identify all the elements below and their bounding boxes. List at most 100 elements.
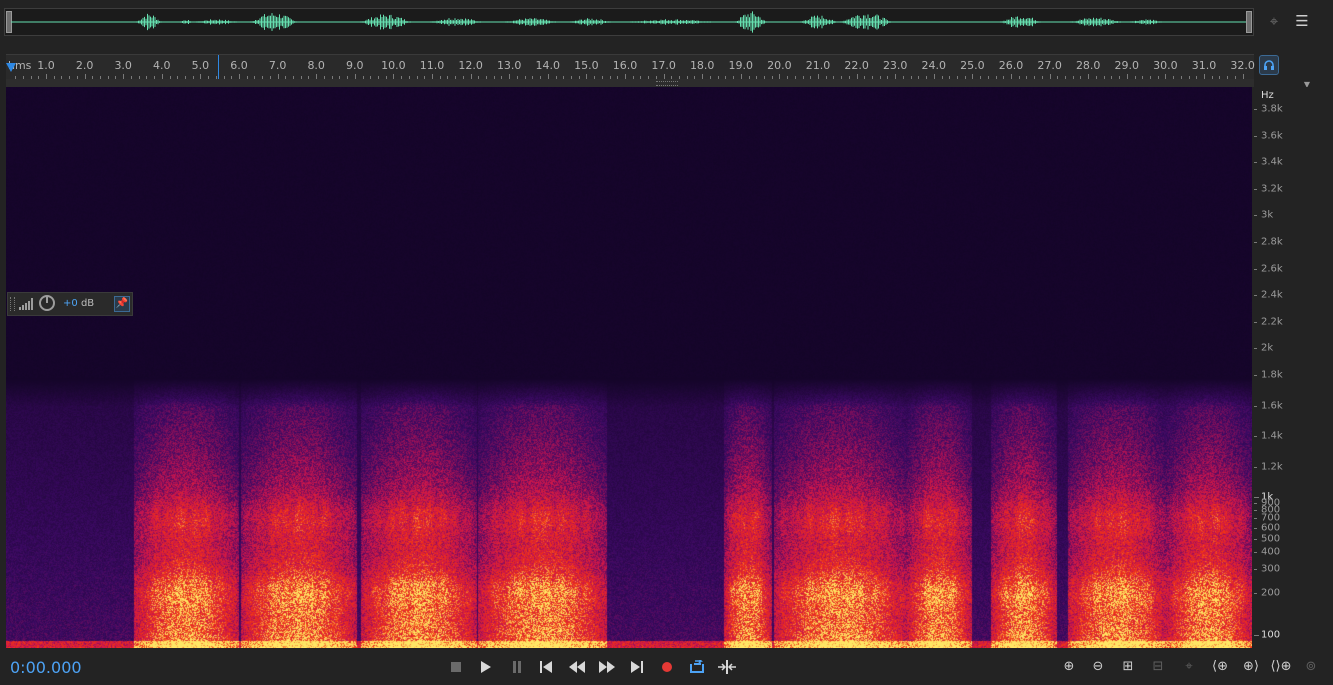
fast-forward-icon <box>599 661 615 673</box>
ruler-tick-label: 30.0 <box>1153 59 1178 72</box>
frequency-tick-mark <box>1254 295 1257 297</box>
spectrogram-canvas[interactable] <box>6 87 1252 648</box>
ruler-tick-label: 2.0 <box>75 59 94 72</box>
frequency-tick-mark <box>1254 405 1257 407</box>
headphones-monitor-button[interactable] <box>1259 55 1279 75</box>
loop-button[interactable] <box>685 657 709 677</box>
pin-hud-icon[interactable]: 📌 <box>114 296 130 312</box>
volume-knob[interactable] <box>39 295 55 311</box>
volume-value: +0 <box>63 298 78 309</box>
frequency-tick-label: 3.2k <box>1261 183 1283 195</box>
go-to-end-button[interactable] <box>625 657 649 677</box>
frequency-tick-label: 300 <box>1261 563 1281 575</box>
ruler-tick-label: 17.0 <box>651 59 676 72</box>
ruler-tick-label: 31.0 <box>1191 59 1217 72</box>
play-icon <box>481 661 491 673</box>
ruler-tick-label: 4.0 <box>153 59 171 72</box>
ruler-tick-label: 18.0 <box>689 59 715 72</box>
overview-waveform-graphic <box>11 11 1247 33</box>
zoom-out-amplitude-icon: ⊖ <box>1092 659 1104 674</box>
zoom-in-right-icon: ⊕⟩ <box>1243 659 1259 674</box>
frequency-tick-mark <box>1254 135 1257 137</box>
frequency-tick-label: 500 <box>1261 533 1281 545</box>
headphones-icon <box>1264 60 1274 70</box>
ruler-tick-label: 12.0 <box>458 59 483 72</box>
ruler-tick-label: 19.0 <box>728 59 754 72</box>
frequency-tick-label: 2.2k <box>1261 316 1283 328</box>
volume-readout[interactable]: +0 dB <box>63 298 94 309</box>
playhead-marker[interactable] <box>6 63 16 72</box>
frequency-tick-label: 3.6k <box>1261 130 1283 142</box>
ruler-tick-label: 10.0 <box>381 59 406 72</box>
frequency-tick-label: 3.8k <box>1261 103 1283 115</box>
frequency-tick-mark <box>1254 268 1257 270</box>
skip-back-icon <box>540 661 552 673</box>
zoom-in-amplitude-button[interactable]: ⊕ <box>1056 657 1082 677</box>
ruler-tick-label: 32.0 <box>1230 59 1255 72</box>
ruler-tick-label: 7.0 <box>268 59 287 72</box>
ruler-tick-label: 5.0 <box>191 59 210 72</box>
frequency-tick-label: 200 <box>1261 587 1281 599</box>
zoom-in-both-button[interactable]: ⟨⟩⊕ <box>1268 657 1294 677</box>
zoom-in-time-icon: ⊞ <box>1122 659 1134 674</box>
frequency-tick-label: 1.8k <box>1261 369 1283 381</box>
fast-forward-button[interactable] <box>595 657 619 677</box>
loop-icon <box>690 658 704 673</box>
frequency-tick-mark <box>1254 321 1257 323</box>
stop-icon <box>451 662 461 672</box>
frequency-tick-label: 1.4k <box>1261 430 1283 442</box>
overview-right-handle[interactable] <box>1246 11 1252 33</box>
stop-button[interactable] <box>444 657 468 677</box>
split-grip-icon[interactable] <box>656 81 678 86</box>
time-ruler[interactable]: hms 1.0 2.0 3.0 4.0 5.0 6.0 7.0 8.0 9.0 10.0 11.0 1… <box>6 54 1255 80</box>
frequency-tick-mark <box>1254 242 1257 243</box>
ruler-tick-label: 14.0 <box>535 59 561 72</box>
frequency-tick-label: 1.2k <box>1261 461 1283 472</box>
frequency-tick-mark <box>1254 348 1257 350</box>
ruler-tick-label: 21.0 <box>805 59 831 72</box>
zoom-selection-bottom-icon: ⌖ <box>1185 659 1193 674</box>
spectral-display[interactable] <box>6 87 1252 648</box>
overview-waveform[interactable] <box>4 8 1254 36</box>
record-button[interactable] <box>655 657 679 677</box>
skip-selection-button[interactable] <box>715 657 739 677</box>
ruler-tick-label: 8.0 <box>307 59 325 72</box>
panel-menu-icon[interactable]: ☰ <box>1291 12 1313 32</box>
skip-selection-icon <box>718 660 736 674</box>
split-bar[interactable]: ▼ <box>6 79 1310 89</box>
zoom-out-full-button[interactable]: ⊟ <box>1145 657 1171 677</box>
frequency-tick-label: 2.8k <box>1261 236 1283 248</box>
frequency-tick-mark <box>1254 215 1257 217</box>
zoom-out-amplitude-button[interactable]: ⊖ <box>1085 657 1111 677</box>
zoom-selection-icon[interactable]: ⌖ <box>1263 12 1285 32</box>
pause-button[interactable] <box>505 657 529 677</box>
hud-grip-icon[interactable] <box>10 297 15 311</box>
zoom-in-left-button[interactable]: ⟨⊕ <box>1207 657 1233 677</box>
ruler-tick-label: 13.0 <box>496 59 522 72</box>
frequency-tick-mark <box>1254 593 1257 595</box>
current-time-display[interactable]: 0:00.000 <box>10 658 82 677</box>
volume-unit: dB <box>80 298 95 309</box>
frequency-tick-mark <box>1254 436 1257 437</box>
zoom-in-amplitude-icon: ⊕ <box>1063 659 1075 674</box>
zoom-in-right-button[interactable]: ⊕⟩ <box>1238 657 1264 677</box>
zoom-reset-icon: ⊚ <box>1305 659 1317 674</box>
play-button[interactable] <box>474 657 498 677</box>
zoom-in-time-button[interactable]: ⊞ <box>1115 657 1141 677</box>
record-icon <box>662 662 672 672</box>
frequency-tick-mark <box>1254 510 1257 512</box>
zoom-reset-button[interactable]: ⊚ <box>1298 657 1324 677</box>
ruler-tick-label: 25.0 <box>960 59 985 72</box>
rewind-button[interactable] <box>565 657 589 677</box>
go-to-start-button[interactable] <box>534 657 558 677</box>
zoom-selection-button[interactable]: ⌖ <box>1176 657 1202 677</box>
frequency-tick-label: 2.4k <box>1261 289 1283 301</box>
level-meter-icon <box>19 298 33 310</box>
frequency-ruler[interactable]: Hz 3.8k 3.6k 3.4k 3.2k 3k 2.8k 2.6k 2.4k 2.2k 2k 1… <box>1254 87 1333 648</box>
cursor-line <box>218 55 219 79</box>
ruler-tick-label: 3.0 <box>114 59 132 72</box>
ruler-tick-label: 26.0 <box>998 59 1024 72</box>
ruler-tick-label: 29.0 <box>1114 59 1140 72</box>
hud-volume-control[interactable]: +0 dB 📌 <box>7 292 133 316</box>
ruler-tick-label: 9.0 <box>346 59 364 72</box>
